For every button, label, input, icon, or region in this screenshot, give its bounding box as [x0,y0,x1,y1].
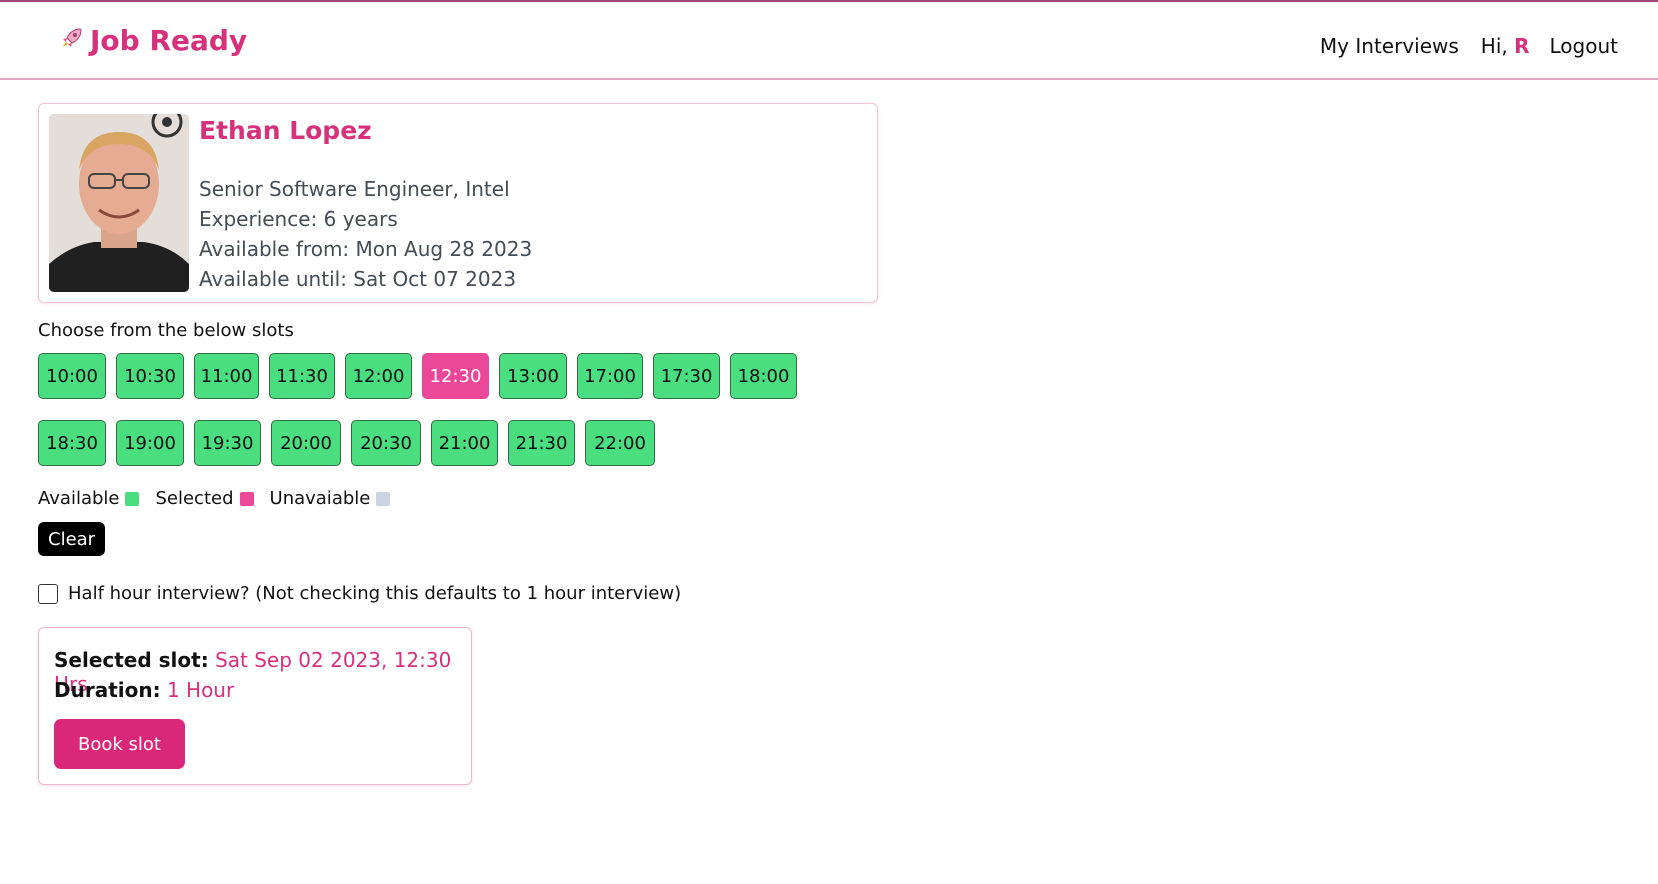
legend-available-swatch [125,491,140,506]
profile-details: Senior Software Engineer, Intel Experien… [199,174,532,294]
legend-selected-swatch [239,491,254,506]
slot-button-selected[interactable]: 12:30 [422,353,489,399]
legend-available-label: Available [38,488,120,509]
legend-available: Available [38,488,140,509]
slot-button[interactable]: 21:30 [508,420,575,466]
slot-button[interactable]: 18:00 [730,353,797,399]
slot-button[interactable]: 20:00 [271,420,341,466]
legend-selected-label: Selected [155,488,234,509]
legend-unavailable-label: Unavaiable [269,488,371,509]
brand-name: Job Ready [90,24,248,57]
clear-button[interactable]: Clear [38,522,106,556]
book-slot-button[interactable]: Book slot [54,719,185,769]
legend-unavailable: Unavaiable [270,488,391,509]
duration-line: Duration: 1 Hour [54,678,234,702]
slot-button[interactable]: 13:00 [499,353,567,399]
slot-button[interactable]: 11:00 [194,353,259,399]
greeting-text: Hi, [1480,34,1515,58]
available-until: Available until: Sat Oct 07 2023 [199,267,517,291]
slot-button[interactable]: 20:30 [351,420,421,466]
slot-legend: Available Selected Unavaiable [38,488,406,509]
half-hour-label: Half hour interview? (Not checking this … [68,583,682,604]
slot-button[interactable]: 21:00 [431,420,498,466]
slot-button[interactable]: 11:30 [269,353,335,399]
user-greeting: Hi, R [1481,34,1530,58]
navbar: Job Ready My Interviews Hi, R Logout [0,2,1658,80]
legend-unavailable-swatch [376,491,391,506]
slot-button[interactable]: 10:00 [38,353,106,399]
half-hour-option[interactable]: Half hour interview? (Not checking this … [38,583,681,604]
slot-button[interactable]: 19:00 [116,420,184,466]
nav-right: My Interviews Hi, R Logout [1320,34,1618,58]
available-from: Available from: Mon Aug 28 2023 [199,237,533,261]
half-hour-checkbox[interactable] [38,583,58,604]
slot-row-2: 18:30 19:00 19:30 20:00 20:30 21:00 21:3… [38,420,665,466]
slot-button[interactable]: 22:00 [585,420,655,466]
interviewer-name: Ethan Lopez [199,116,372,145]
user-initial: R [1514,34,1530,58]
selected-slot-key: Selected slot: [54,648,209,672]
duration-value: 1 Hour [166,678,235,702]
slot-button[interactable]: 17:30 [653,353,720,399]
duration-key: Duration: [54,678,161,702]
booking-summary-card: Selected slot: Sat Sep 02 2023, 12:30 Hr… [38,627,472,785]
logout-link[interactable]: Logout [1550,34,1618,58]
my-interviews-link[interactable]: My Interviews [1320,34,1459,58]
slot-button[interactable]: 12:00 [345,353,412,399]
slot-button[interactable]: 17:00 [577,353,643,399]
brand-logo[interactable]: Job Ready [60,24,247,57]
slots-label: Choose from the below slots [38,320,294,341]
interviewer-role: Senior Software Engineer, Intel [199,177,510,201]
avatar [49,114,189,292]
slot-button[interactable]: 19:30 [194,420,261,466]
legend-selected: Selected [155,488,254,509]
slot-row-1: 10:00 10:30 11:00 11:30 12:00 12:30 13:0… [38,353,807,399]
rocket-icon [60,26,84,56]
interviewer-experience: Experience: 6 years [199,207,398,231]
interviewer-profile-card: Ethan Lopez Senior Software Engineer, In… [38,103,878,303]
slot-button[interactable]: 18:30 [38,420,106,466]
slot-button[interactable]: 10:30 [116,353,184,399]
